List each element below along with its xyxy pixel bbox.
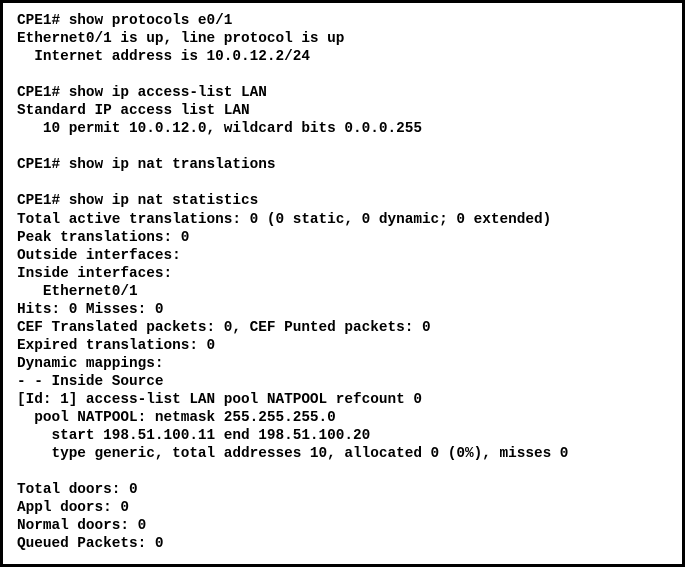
console-line: Queued Packets: 0: [17, 536, 164, 553]
console-line: CPE1# show protocols e0/1: [17, 13, 233, 29]
console-line: Ethernet0/1 is up, line protocol is up: [17, 31, 345, 48]
console-line: CEF Translated packets: 0, CEF Punted pa…: [17, 319, 431, 336]
console-line: [Id: 1] access-list LAN pool NATPOOL ref…: [17, 391, 422, 408]
console-line: Outside interfaces:: [17, 247, 181, 264]
console-line: Ethernet0/1: [17, 283, 138, 300]
console-output[interactable]: CPE1# show protocols e0/1 Ethernet0/1 is …: [17, 12, 682, 553]
console-line: CPE1# show ip nat translations: [17, 157, 276, 174]
console-line: start 198.51.100.11 end 198.51.100.20: [17, 428, 371, 445]
console-line: Normal doors: 0: [17, 518, 147, 535]
console-line: Hits: 0 Misses: 0: [17, 301, 164, 318]
console-line: Expired translations: 0: [17, 337, 216, 354]
console-line: Standard IP access list LAN: [17, 103, 250, 120]
console-line: Dynamic mappings:: [17, 355, 164, 372]
console-line: pool NATPOOL: netmask 255.255.255.0: [17, 410, 336, 427]
console-line: CPE1# show ip access-list LAN: [17, 85, 267, 102]
console-line: Total doors: 0: [17, 482, 138, 499]
console-line: Inside interfaces:: [17, 265, 173, 282]
console-line: Total active translations: 0 (0 static, …: [17, 211, 552, 228]
console-line: Peak translations: 0: [17, 229, 190, 246]
terminal-window[interactable]: CPE1# show protocols e0/1 Ethernet0/1 is …: [0, 0, 685, 567]
console-line: CPE1# show ip nat statistics: [17, 193, 259, 210]
console-line: - - Inside Source: [17, 373, 164, 390]
console-line: type generic, total addresses 10, alloca…: [17, 446, 569, 463]
console-line: Internet address is 10.0.12.2/24: [17, 49, 310, 66]
console-line: Appl doors: 0: [17, 500, 130, 517]
console-line: 10 permit 10.0.12.0, wildcard bits 0.0.0…: [17, 121, 422, 138]
